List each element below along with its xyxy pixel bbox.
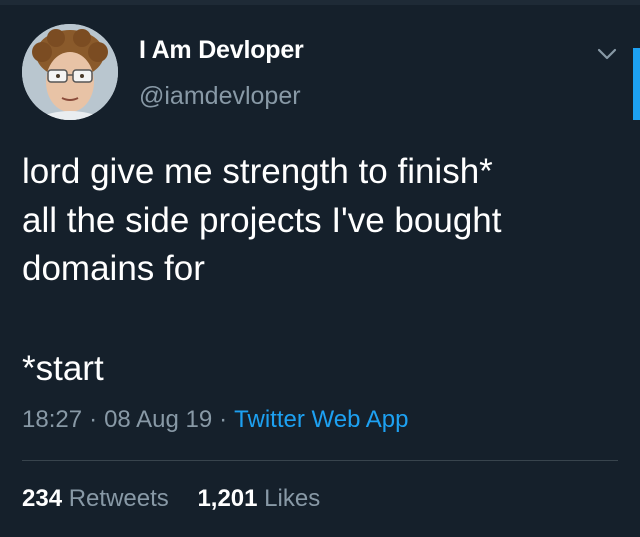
tweet-text-line: all the side projects I've bought: [22, 200, 502, 240]
avatar[interactable]: [22, 24, 118, 120]
meta-separator: ·: [89, 406, 98, 433]
tweet-meta: 18:27 · 08 Aug 19 · Twitter Web App: [22, 406, 408, 434]
tweet-source-link[interactable]: Twitter Web App: [234, 406, 408, 433]
scrollbar[interactable]: [633, 48, 640, 120]
tweet-date[interactable]: 08 Aug 19: [104, 406, 212, 433]
tweet-text: lord give me strength to finish* all the…: [22, 148, 622, 294]
tweet-stats: 234 Retweets 1,201 Likes: [22, 485, 320, 513]
retweets-label: Retweets: [68, 485, 169, 512]
author-name[interactable]: I Am Devloper: [139, 36, 304, 65]
chevron-down-icon[interactable]: [595, 42, 619, 66]
likes-stat[interactable]: 1,201 Likes: [197, 485, 320, 513]
tweet-footnote: *start: [22, 349, 104, 388]
retweets-stat[interactable]: 234 Retweets: [22, 485, 169, 513]
tweet-card: I Am Devloper @iamdevloper lord give me …: [0, 0, 640, 537]
divider: [22, 460, 618, 461]
tweet-time[interactable]: 18:27: [22, 406, 82, 433]
tweet-text-line: lord give me strength to finish*: [22, 152, 493, 191]
likes-count: 1,201: [197, 485, 258, 512]
meta-separator: ·: [219, 406, 228, 433]
likes-label: Likes: [264, 485, 321, 512]
author-handle[interactable]: @iamdevloper: [139, 82, 301, 111]
top-border: [0, 0, 640, 5]
retweets-count: 234: [22, 485, 63, 512]
tweet-text-line: domains for: [22, 249, 205, 288]
profile-photo-icon: [22, 24, 118, 120]
